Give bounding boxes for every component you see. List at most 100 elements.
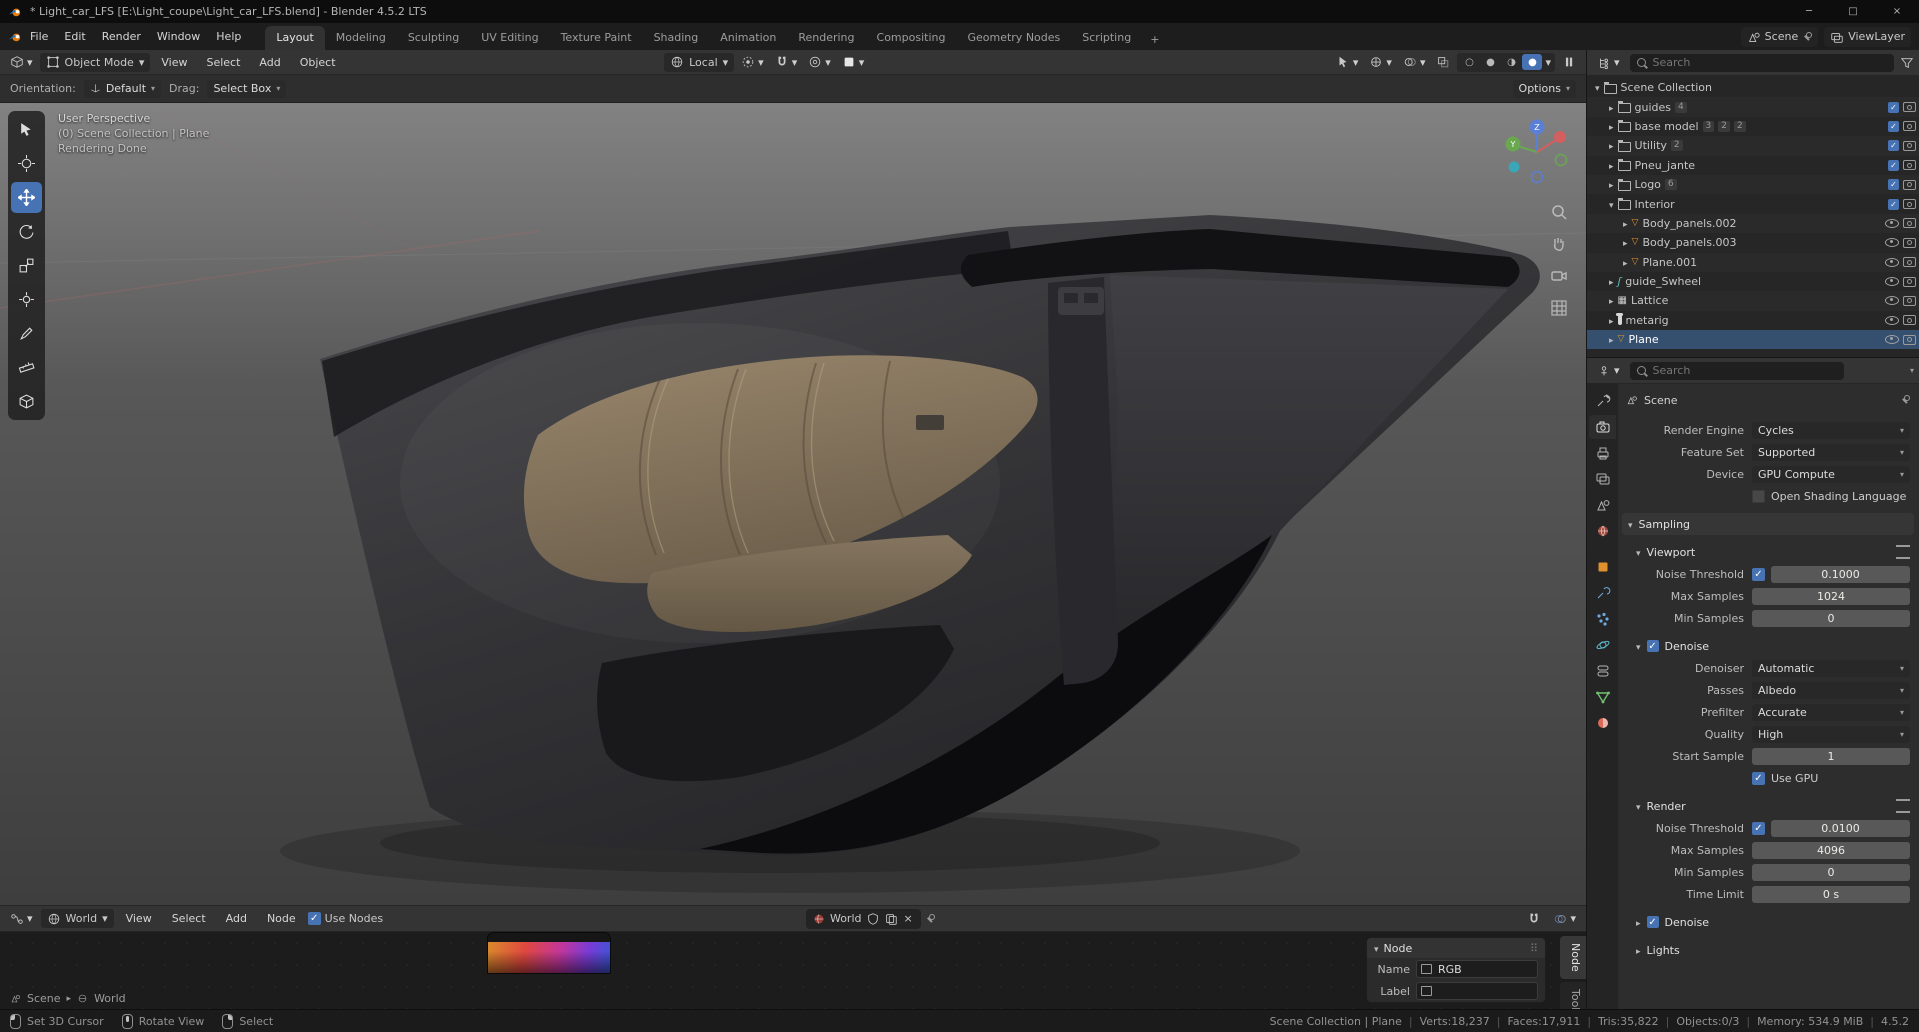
drag-dropdown[interactable]: Select Box ▾ xyxy=(207,79,287,98)
hide-eye-icon[interactable] xyxy=(1885,315,1899,325)
close-button[interactable]: × xyxy=(1875,0,1919,23)
menu-file[interactable]: File xyxy=(22,28,56,45)
time-limit-field[interactable]: 0 s xyxy=(1752,885,1910,903)
tool-annotate[interactable] xyxy=(11,318,42,349)
expand-icon[interactable] xyxy=(1636,916,1641,929)
outliner-item-guides[interactable]: guides 4 xyxy=(1587,97,1919,117)
tab-physics[interactable] xyxy=(1589,633,1616,657)
scene-selector[interactable]: Scene xyxy=(1740,26,1819,47)
tab-texture-paint[interactable]: Texture Paint xyxy=(550,26,643,50)
expand-icon[interactable] xyxy=(1595,81,1600,94)
start-sample-field[interactable]: 1 xyxy=(1752,747,1910,765)
expand-icon[interactable] xyxy=(1609,314,1614,327)
tab-particles[interactable] xyxy=(1589,607,1616,631)
color-picker-gradient[interactable] xyxy=(488,942,610,973)
editor-type-button[interactable]: ▾ xyxy=(1593,53,1624,72)
tab-shading[interactable]: Shading xyxy=(643,26,710,50)
minimize-button[interactable]: ─ xyxy=(1787,0,1831,23)
tab-layout[interactable]: Layout xyxy=(265,26,325,50)
outliner-item-logo[interactable]: Logo 6 xyxy=(1587,174,1919,195)
expand-icon[interactable] xyxy=(1609,333,1614,346)
render-engine-dropdown[interactable]: Cycles ▾ xyxy=(1752,421,1910,439)
menu-help[interactable]: Help xyxy=(208,28,249,45)
exclude-checkbox[interactable] xyxy=(1888,198,1899,210)
options-button[interactable]: Options ▾ xyxy=(1512,79,1576,98)
expand-icon[interactable] xyxy=(1623,217,1628,230)
noise-threshold-checkbox[interactable] xyxy=(1752,567,1765,581)
viewport-3d[interactable]: User Perspective (0) Scene Collection | … xyxy=(0,103,1586,905)
viewport-subsection-header[interactable]: Viewport xyxy=(1636,541,1910,563)
denoise-checkbox[interactable] xyxy=(1646,916,1659,928)
menu-select[interactable]: Select xyxy=(198,54,248,71)
lights-section-header[interactable]: Lights xyxy=(1636,939,1910,961)
denoise-checkbox[interactable] xyxy=(1646,640,1659,652)
shading-wireframe-button[interactable]: ○ xyxy=(1459,54,1479,70)
tab-tool[interactable] xyxy=(1589,389,1616,413)
exclude-checkbox[interactable] xyxy=(1888,101,1899,113)
denoise-subsection-header[interactable]: Denoise xyxy=(1636,635,1910,657)
min-samples-field[interactable]: 0 xyxy=(1752,609,1910,627)
tab-constraints[interactable] xyxy=(1589,659,1616,683)
outliner-item-base-model[interactable]: base model 3 2 2 xyxy=(1587,117,1919,136)
unlink-button[interactable]: × xyxy=(902,912,915,925)
node-panel-header[interactable]: Node ⠿ xyxy=(1367,938,1545,958)
selectability-dropdown[interactable]: ▾ xyxy=(1332,53,1363,72)
osl-checkbox[interactable] xyxy=(1752,489,1765,503)
tab-scene[interactable] xyxy=(1589,493,1616,517)
menu-view[interactable]: View xyxy=(118,910,160,927)
render-visibility-icon[interactable] xyxy=(1903,218,1916,229)
tab-render[interactable] xyxy=(1589,415,1616,439)
outliner-item-plane-001[interactable]: ▽ Plane.001 xyxy=(1587,252,1919,272)
snap-dropdown[interactable]: ▾ xyxy=(771,53,802,72)
expand-icon[interactable] xyxy=(1609,120,1614,133)
node-name-input[interactable] xyxy=(1436,961,1533,977)
tool-move[interactable] xyxy=(11,182,42,213)
breadcrumb-scene[interactable]: Scene xyxy=(1644,394,1678,407)
camera-view-icon[interactable] xyxy=(1548,265,1570,287)
sampling-section-header[interactable]: Sampling xyxy=(1622,513,1914,535)
outliner-item-guide-swheel[interactable]: ʃ guide_Swheel xyxy=(1587,272,1919,291)
tool-scale[interactable] xyxy=(11,250,42,281)
render-visibility-icon[interactable] xyxy=(1903,276,1916,287)
properties-search[interactable] xyxy=(1629,361,1844,380)
render-visibility-icon[interactable] xyxy=(1903,237,1916,248)
outliner-item-interior[interactable]: Interior xyxy=(1587,194,1919,213)
tool-add-cube[interactable] xyxy=(11,386,42,417)
browse-world-icon[interactable] xyxy=(812,912,826,926)
hide-eye-icon[interactable] xyxy=(1885,277,1899,287)
menu-add[interactable]: Add xyxy=(218,910,255,927)
menu-edit[interactable]: Edit xyxy=(56,28,93,45)
filter-icon[interactable] xyxy=(1900,56,1914,70)
exclude-checkbox[interactable] xyxy=(1888,140,1899,152)
tab-compositing[interactable]: Compositing xyxy=(866,26,957,50)
orientation-default-dropdown[interactable]: Default ▾ xyxy=(83,79,162,98)
expand-icon[interactable] xyxy=(1609,275,1614,288)
expand-icon[interactable] xyxy=(1636,640,1641,653)
node-label-field[interactable] xyxy=(1416,982,1538,1000)
zoom-icon[interactable] xyxy=(1548,201,1570,223)
shading-rendered-button[interactable]: ● xyxy=(1522,54,1543,70)
expand-icon[interactable] xyxy=(1609,159,1614,172)
overlays-dropdown[interactable]: ▾ xyxy=(1399,53,1430,72)
overlays-node-dropdown[interactable]: ▾ xyxy=(1549,909,1580,928)
shading-material-button[interactable]: ◑ xyxy=(1501,54,1521,70)
tab-modifiers[interactable] xyxy=(1589,581,1616,605)
menu-view[interactable]: View xyxy=(153,54,195,71)
grid-toggle-icon[interactable] xyxy=(1548,297,1570,319)
tool-transform[interactable] xyxy=(11,284,42,315)
transform-orientation-dropdown[interactable]: Local ▾ xyxy=(664,52,735,72)
tab-world[interactable] xyxy=(1589,519,1616,543)
node-label-input[interactable] xyxy=(1436,983,1533,999)
noise-threshold-field[interactable]: 0.0100 xyxy=(1771,819,1910,837)
node-name-field[interactable] xyxy=(1416,960,1538,978)
expand-icon[interactable] xyxy=(1609,294,1614,307)
max-samples-field[interactable]: 4096 xyxy=(1752,841,1910,859)
denoiser-dropdown[interactable]: Automatic ▾ xyxy=(1752,659,1910,677)
tab-material[interactable] xyxy=(1589,711,1616,735)
shading-solid-button[interactable]: ● xyxy=(1480,54,1500,70)
expand-icon[interactable] xyxy=(1609,178,1614,191)
chevron-down-icon[interactable]: ▾ xyxy=(1543,56,1553,69)
exclude-checkbox[interactable] xyxy=(1888,179,1899,191)
pin-icon[interactable] xyxy=(925,913,935,924)
use-gpu-checkbox[interactable] xyxy=(1752,771,1765,785)
